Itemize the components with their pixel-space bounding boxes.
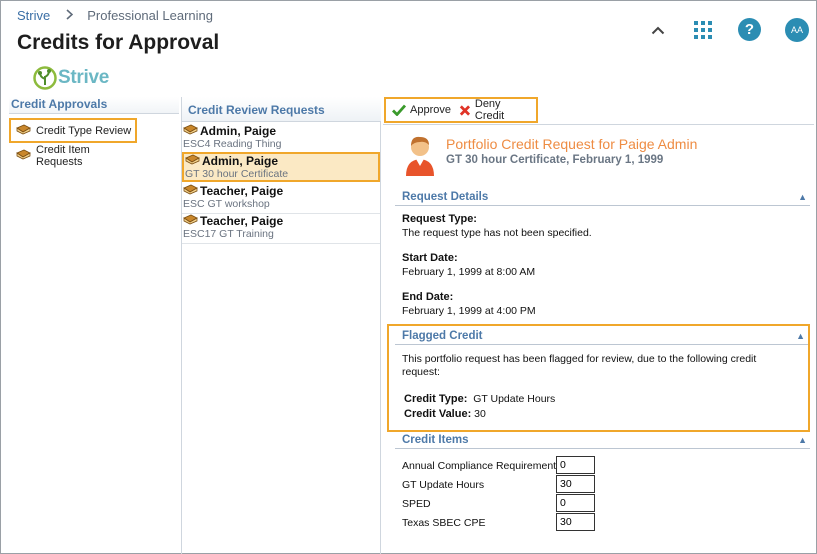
- book-icon: [185, 154, 200, 168]
- credit-value-value: 30: [474, 408, 486, 420]
- credit-item-input[interactable]: [556, 475, 595, 493]
- breadcrumb-current: Professional Learning: [87, 8, 213, 23]
- credit-value-label: Credit Value:: [404, 408, 472, 420]
- flagged-credit-type: Credit Type: GT Update Hours: [404, 393, 555, 405]
- nav-item-label: Credit Type Review: [36, 124, 132, 137]
- credit-items-header[interactable]: Credit Items ▲: [395, 434, 810, 449]
- credit-item-label: GT Update Hours: [402, 479, 485, 491]
- request-name: Admin, Paige: [202, 154, 279, 168]
- checkmark-icon: [392, 104, 406, 116]
- book-icon: [16, 149, 31, 163]
- left-pane-title: Credit Approvals: [9, 97, 179, 114]
- chevron-right-icon: [66, 8, 74, 23]
- book-icon: [183, 124, 198, 138]
- start-date-label: Start Date:: [402, 252, 458, 264]
- strive-logo-text: Strive: [58, 67, 110, 88]
- request-details-header[interactable]: Request Details ▲: [395, 191, 810, 206]
- request-item[interactable]: Admin, Paige ESC4 Reading Thing: [182, 124, 380, 154]
- credit-item-label: Annual Compliance Requirement: [402, 460, 557, 472]
- requests-pane-title: Credit Review Requests: [182, 97, 381, 122]
- flagged-credit-section: Flagged Credit ▲ This portfolio request …: [387, 324, 810, 432]
- credit-item-label: Texas SBEC CPE: [402, 517, 486, 529]
- app-window: Strive Professional Learning Credits for…: [0, 0, 817, 554]
- approve-button[interactable]: Approve: [392, 104, 451, 116]
- request-detail: ESC4 Reading Thing: [183, 138, 282, 150]
- deny-credit-button[interactable]: Deny Credit: [459, 98, 528, 122]
- request-type-label: Request Type:: [402, 213, 477, 225]
- person-icon: [403, 132, 437, 181]
- request-type-value: The request type has not been specified.: [402, 227, 592, 239]
- flagged-credit-text: This portfolio request has been flagged …: [402, 353, 757, 378]
- divider: [383, 124, 814, 125]
- section-title: Flagged Credit: [402, 330, 483, 342]
- request-item[interactable]: Teacher, Paige ESC17 GT Training: [182, 214, 380, 244]
- credit-item-input[interactable]: [556, 456, 595, 474]
- left-pane: Credit Approvals Credit Type Review Cred…: [9, 97, 179, 547]
- nav-credit-item-requests[interactable]: Credit Item Requests: [10, 143, 136, 168]
- request-name: Teacher, Paige: [200, 214, 284, 228]
- collapse-icon[interactable]: ▲: [798, 192, 807, 202]
- breadcrumb-root-link[interactable]: Strive: [17, 8, 50, 23]
- strive-logo: Strive: [33, 66, 109, 90]
- request-detail: ESC GT workshop: [183, 198, 270, 210]
- end-date-value: February 1, 1999 at 4:00 PM: [402, 305, 536, 317]
- breadcrumb: Strive Professional Learning: [17, 8, 213, 23]
- strive-logo-icon: [33, 66, 57, 90]
- section-title: Request Details: [402, 191, 489, 203]
- page-title: Credits for Approval: [17, 31, 220, 54]
- section-title: Credit Items: [402, 434, 469, 446]
- avatar[interactable]: AA: [785, 18, 809, 42]
- book-icon: [16, 124, 31, 138]
- request-item-selected[interactable]: Admin, Paige GT 30 hour Certificate: [182, 152, 380, 182]
- credit-type-value: GT Update Hours: [473, 393, 556, 405]
- help-icon[interactable]: ?: [738, 18, 761, 41]
- start-date-value: February 1, 1999 at 8:00 AM: [402, 266, 536, 278]
- collapse-icon[interactable]: ▲: [798, 435, 807, 445]
- credit-type-label: Credit Type:: [404, 393, 468, 405]
- x-icon: [459, 104, 471, 116]
- request-detail-pane: Approve Deny Credit Portfolio Credit Req…: [383, 97, 814, 554]
- flagged-credit-value: Credit Value: 30: [404, 408, 486, 420]
- request-name: Admin, Paige: [200, 124, 277, 138]
- book-icon: [183, 214, 198, 228]
- request-title: Portfolio Credit Request for Paige Admin: [446, 136, 698, 152]
- credit-item-input[interactable]: [556, 513, 595, 531]
- deny-credit-label: Deny Credit: [474, 98, 505, 122]
- request-item[interactable]: Teacher, Paige ESC GT workshop: [182, 184, 380, 214]
- request-detail: GT 30 hour Certificate: [185, 168, 289, 180]
- request-name: Teacher, Paige: [200, 184, 284, 198]
- request-subtitle: GT 30 hour Certificate, February 1, 1999: [446, 154, 664, 166]
- book-icon: [183, 184, 198, 198]
- nav-credit-type-review[interactable]: Credit Type Review: [9, 118, 137, 143]
- action-toolbar: Approve Deny Credit: [384, 97, 538, 123]
- flagged-credit-header[interactable]: Flagged Credit ▲: [395, 330, 808, 345]
- nav-item-label: Credit Item Requests: [36, 143, 90, 168]
- credit-item-input[interactable]: [556, 494, 595, 512]
- apps-grid-icon[interactable]: [691, 18, 715, 42]
- end-date-label: End Date:: [402, 291, 454, 303]
- chevron-up-icon[interactable]: [646, 18, 670, 42]
- collapse-icon[interactable]: ▲: [796, 331, 805, 341]
- credit-item-label: SPED: [402, 498, 431, 510]
- requests-pane: Credit Review Requests Admin, Paige ESC4…: [181, 97, 381, 554]
- request-detail: ESC17 GT Training: [183, 228, 274, 240]
- approve-label: Approve: [410, 104, 451, 116]
